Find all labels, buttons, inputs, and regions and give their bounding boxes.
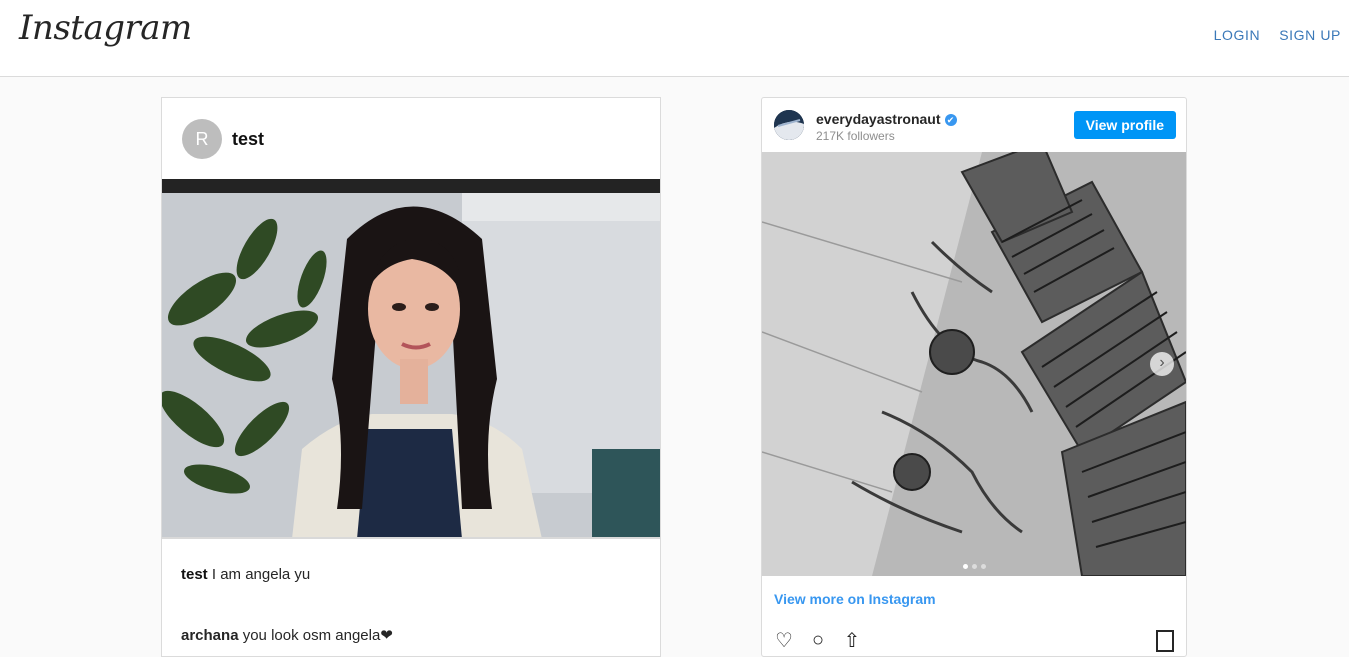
instagram-logo[interactable]: Instagram	[19, 8, 192, 48]
comment-bubble-icon[interactable]: ○	[806, 628, 830, 652]
share-icon[interactable]: ⇧	[840, 628, 864, 652]
post-comment: archana you look osm angela❤	[181, 626, 393, 644]
post-caption: test I am angela yu	[181, 566, 310, 583]
login-link[interactable]: LOGIN	[1214, 27, 1261, 43]
next-photo-arrow-icon[interactable]: ›	[1150, 352, 1174, 376]
avatar[interactable]: R	[182, 119, 222, 159]
post-card: R test test I am angela yu archana you l…	[161, 97, 661, 657]
embed-account-name[interactable]: everydayastronaut ✔	[816, 111, 957, 127]
top-header: Instagram LOGIN SIGN UP	[0, 0, 1349, 77]
embed-actions: ♡ ○ ⇧	[772, 628, 864, 652]
like-heart-icon[interactable]: ♡	[772, 628, 796, 652]
embed-photo[interactable]: ›	[762, 152, 1186, 576]
post-header: R test	[162, 98, 660, 180]
carousel-dot	[962, 564, 968, 569]
instagram-embed: everydayastronaut ✔ 217K followers View p…	[761, 97, 1187, 657]
view-more-link[interactable]: View more on Instagram	[774, 591, 936, 607]
caption-text: I am angela yu	[207, 566, 311, 583]
caption-username[interactable]: test	[181, 566, 208, 583]
carousel-dots	[762, 556, 1186, 574]
carousel-dot	[980, 564, 986, 569]
embed-followers: 217K followers	[816, 129, 895, 143]
top-nav: LOGIN SIGN UP	[1214, 27, 1341, 43]
rocket-engines-image	[762, 152, 1186, 576]
signup-link[interactable]: SIGN UP	[1279, 27, 1341, 43]
post-username[interactable]: test	[232, 129, 264, 150]
embed-avatar[interactable]	[774, 110, 804, 140]
embed-header: everydayastronaut ✔ 217K followers View p…	[762, 98, 1186, 152]
carousel-dot	[971, 564, 977, 569]
view-profile-button[interactable]: View profile	[1073, 111, 1176, 139]
save-bookmark-icon[interactable]	[1156, 630, 1174, 652]
verified-badge-icon: ✔	[944, 114, 957, 126]
embed-avatar-image	[774, 110, 804, 140]
video-frame-image	[162, 179, 660, 537]
embed-account-label: everydayastronaut	[816, 111, 941, 127]
post-video[interactable]	[162, 179, 660, 539]
